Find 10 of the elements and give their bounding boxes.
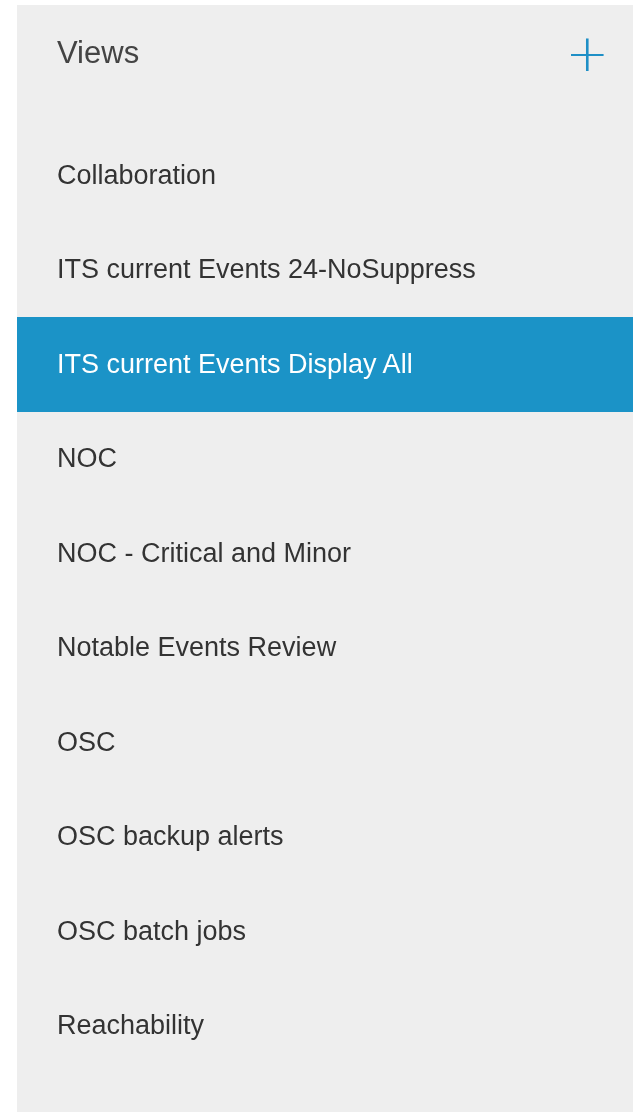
view-item[interactable]: ITS current Events 24-NoSuppress: [17, 222, 633, 317]
view-item[interactable]: NOC - Critical and Minor: [17, 506, 633, 601]
view-item[interactable]: NOC: [17, 411, 633, 506]
view-item[interactable]: Reachability: [17, 978, 633, 1073]
view-item[interactable]: OSC: [17, 695, 633, 790]
view-item[interactable]: Collaboration: [17, 128, 633, 223]
view-item[interactable]: OSC backup alerts: [17, 789, 633, 884]
view-item[interactable]: Notable Events Review: [17, 600, 633, 695]
panel-title: Views: [57, 34, 140, 71]
view-item[interactable]: OSC batch jobs: [17, 884, 633, 979]
